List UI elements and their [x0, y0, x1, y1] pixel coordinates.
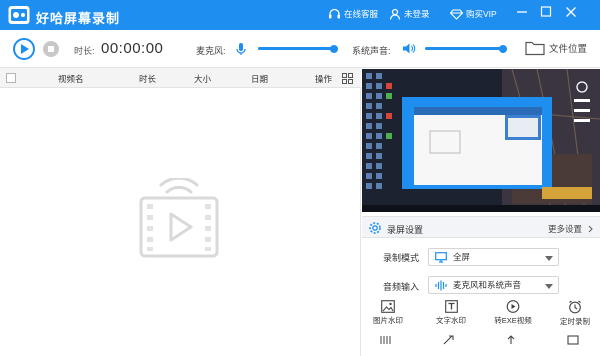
mic-label: 麦克风: [196, 46, 226, 56]
toolbar-row2-icon-3[interactable] [505, 335, 517, 345]
text-icon [444, 300, 458, 313]
column-video-name[interactable]: 视频名 [58, 73, 84, 85]
control-bar: 时长: 00:00:00 麦克风: 系统声音: 文件位置 [0, 30, 600, 68]
record-settings-header: 录屏设置 更多设置 [362, 216, 600, 238]
video-list [0, 88, 361, 356]
file-location-button[interactable]: 文件位置 [525, 40, 587, 56]
chevron-down-icon [545, 256, 553, 261]
select-all-checkbox[interactable] [6, 73, 16, 83]
system-volume-slider[interactable] [425, 44, 507, 53]
chevron-right-icon[interactable] [588, 225, 593, 233]
screen-preview [362, 69, 600, 212]
audio-input-value: 麦克风和系统声音 [453, 280, 522, 290]
duration-value: 00:00:00 [101, 40, 164, 57]
diamond-icon [450, 8, 463, 20]
empty-video-icon [139, 178, 219, 258]
audio-input-label: 音频输入 [383, 282, 420, 292]
toolbar-row2-icon-2[interactable] [443, 335, 455, 345]
more-settings-link[interactable]: 更多设置 [548, 223, 582, 235]
column-actions: 操作 [315, 74, 333, 84]
text-watermark-button[interactable]: 文字水印 [426, 300, 476, 326]
online-service-link[interactable]: 在线客服 [328, 6, 378, 22]
convert-exe-button[interactable]: 转EXE视频 [488, 300, 538, 326]
app-logo-icon [8, 6, 30, 24]
start-record-button[interactable] [13, 38, 35, 60]
column-date[interactable]: 日期 [251, 73, 268, 85]
speaker-icon[interactable] [402, 42, 416, 55]
title-bar: 好哈屏幕录制 在线客服 未登录 购买VIP [0, 0, 600, 30]
record-settings-panel: 录制模式 全屏 音频输入 麦克风和系统声音 图片水印 文字水印 转EXE视频 定… [362, 238, 600, 356]
gear-icon [369, 222, 381, 234]
column-size[interactable]: 大小 [194, 73, 211, 85]
folder-icon [525, 41, 545, 56]
buy-vip-label: 购买VIP [466, 9, 497, 19]
mic-slider-knob[interactable] [330, 44, 338, 53]
record-mode-label: 录制模式 [383, 253, 420, 263]
stop-record-button[interactable] [43, 41, 59, 57]
text-watermark-label: 文字水印 [436, 316, 466, 325]
monitor-icon [435, 251, 447, 263]
alarm-clock-icon [569, 300, 581, 314]
scheduled-record-button[interactable]: 定时录制 [550, 300, 600, 327]
record-settings-title: 录屏设置 [387, 225, 424, 235]
record-mode-value: 全屏 [453, 252, 471, 262]
system-sound-label: 系统声音: [352, 46, 391, 56]
chevron-down-icon [545, 284, 553, 289]
user-icon [389, 8, 401, 20]
file-location-label: 文件位置 [549, 44, 588, 55]
scheduled-record-label: 定时录制 [560, 317, 590, 326]
image-watermark-label: 图片水印 [373, 316, 403, 325]
column-duration[interactable]: 时长 [139, 73, 156, 85]
headset-icon [329, 8, 340, 19]
toolbar-row2-icon-1[interactable] [380, 335, 392, 345]
maximize-icon[interactable] [537, 4, 555, 20]
close-icon[interactable] [562, 4, 580, 20]
audio-input-select[interactable]: 麦克风和系统声音 [428, 276, 559, 294]
convert-exe-label: 转EXE视频 [494, 316, 532, 325]
microphone-icon[interactable] [236, 42, 246, 56]
convert-video-icon [506, 300, 520, 313]
grid-view-icon[interactable] [342, 73, 353, 84]
login-label: 未登录 [404, 9, 430, 19]
app-title: 好哈屏幕录制 [36, 11, 121, 26]
video-list-header: 视频名 时长 大小 日期 操作 [0, 68, 361, 88]
login-link[interactable]: 未登录 [389, 6, 430, 22]
record-mode-select[interactable]: 全屏 [428, 248, 559, 266]
toolbar-row2-icon-4[interactable] [567, 335, 579, 345]
mic-volume-slider[interactable] [258, 44, 338, 53]
image-icon [381, 300, 395, 313]
minimize-icon[interactable] [513, 4, 531, 20]
duration-label: 时长: [74, 46, 95, 56]
sound-wave-icon [435, 280, 447, 290]
image-watermark-button[interactable]: 图片水印 [363, 300, 413, 326]
buy-vip-link[interactable]: 购买VIP [450, 6, 497, 22]
online-service-label: 在线客服 [344, 9, 379, 19]
system-slider-knob[interactable] [499, 44, 507, 53]
